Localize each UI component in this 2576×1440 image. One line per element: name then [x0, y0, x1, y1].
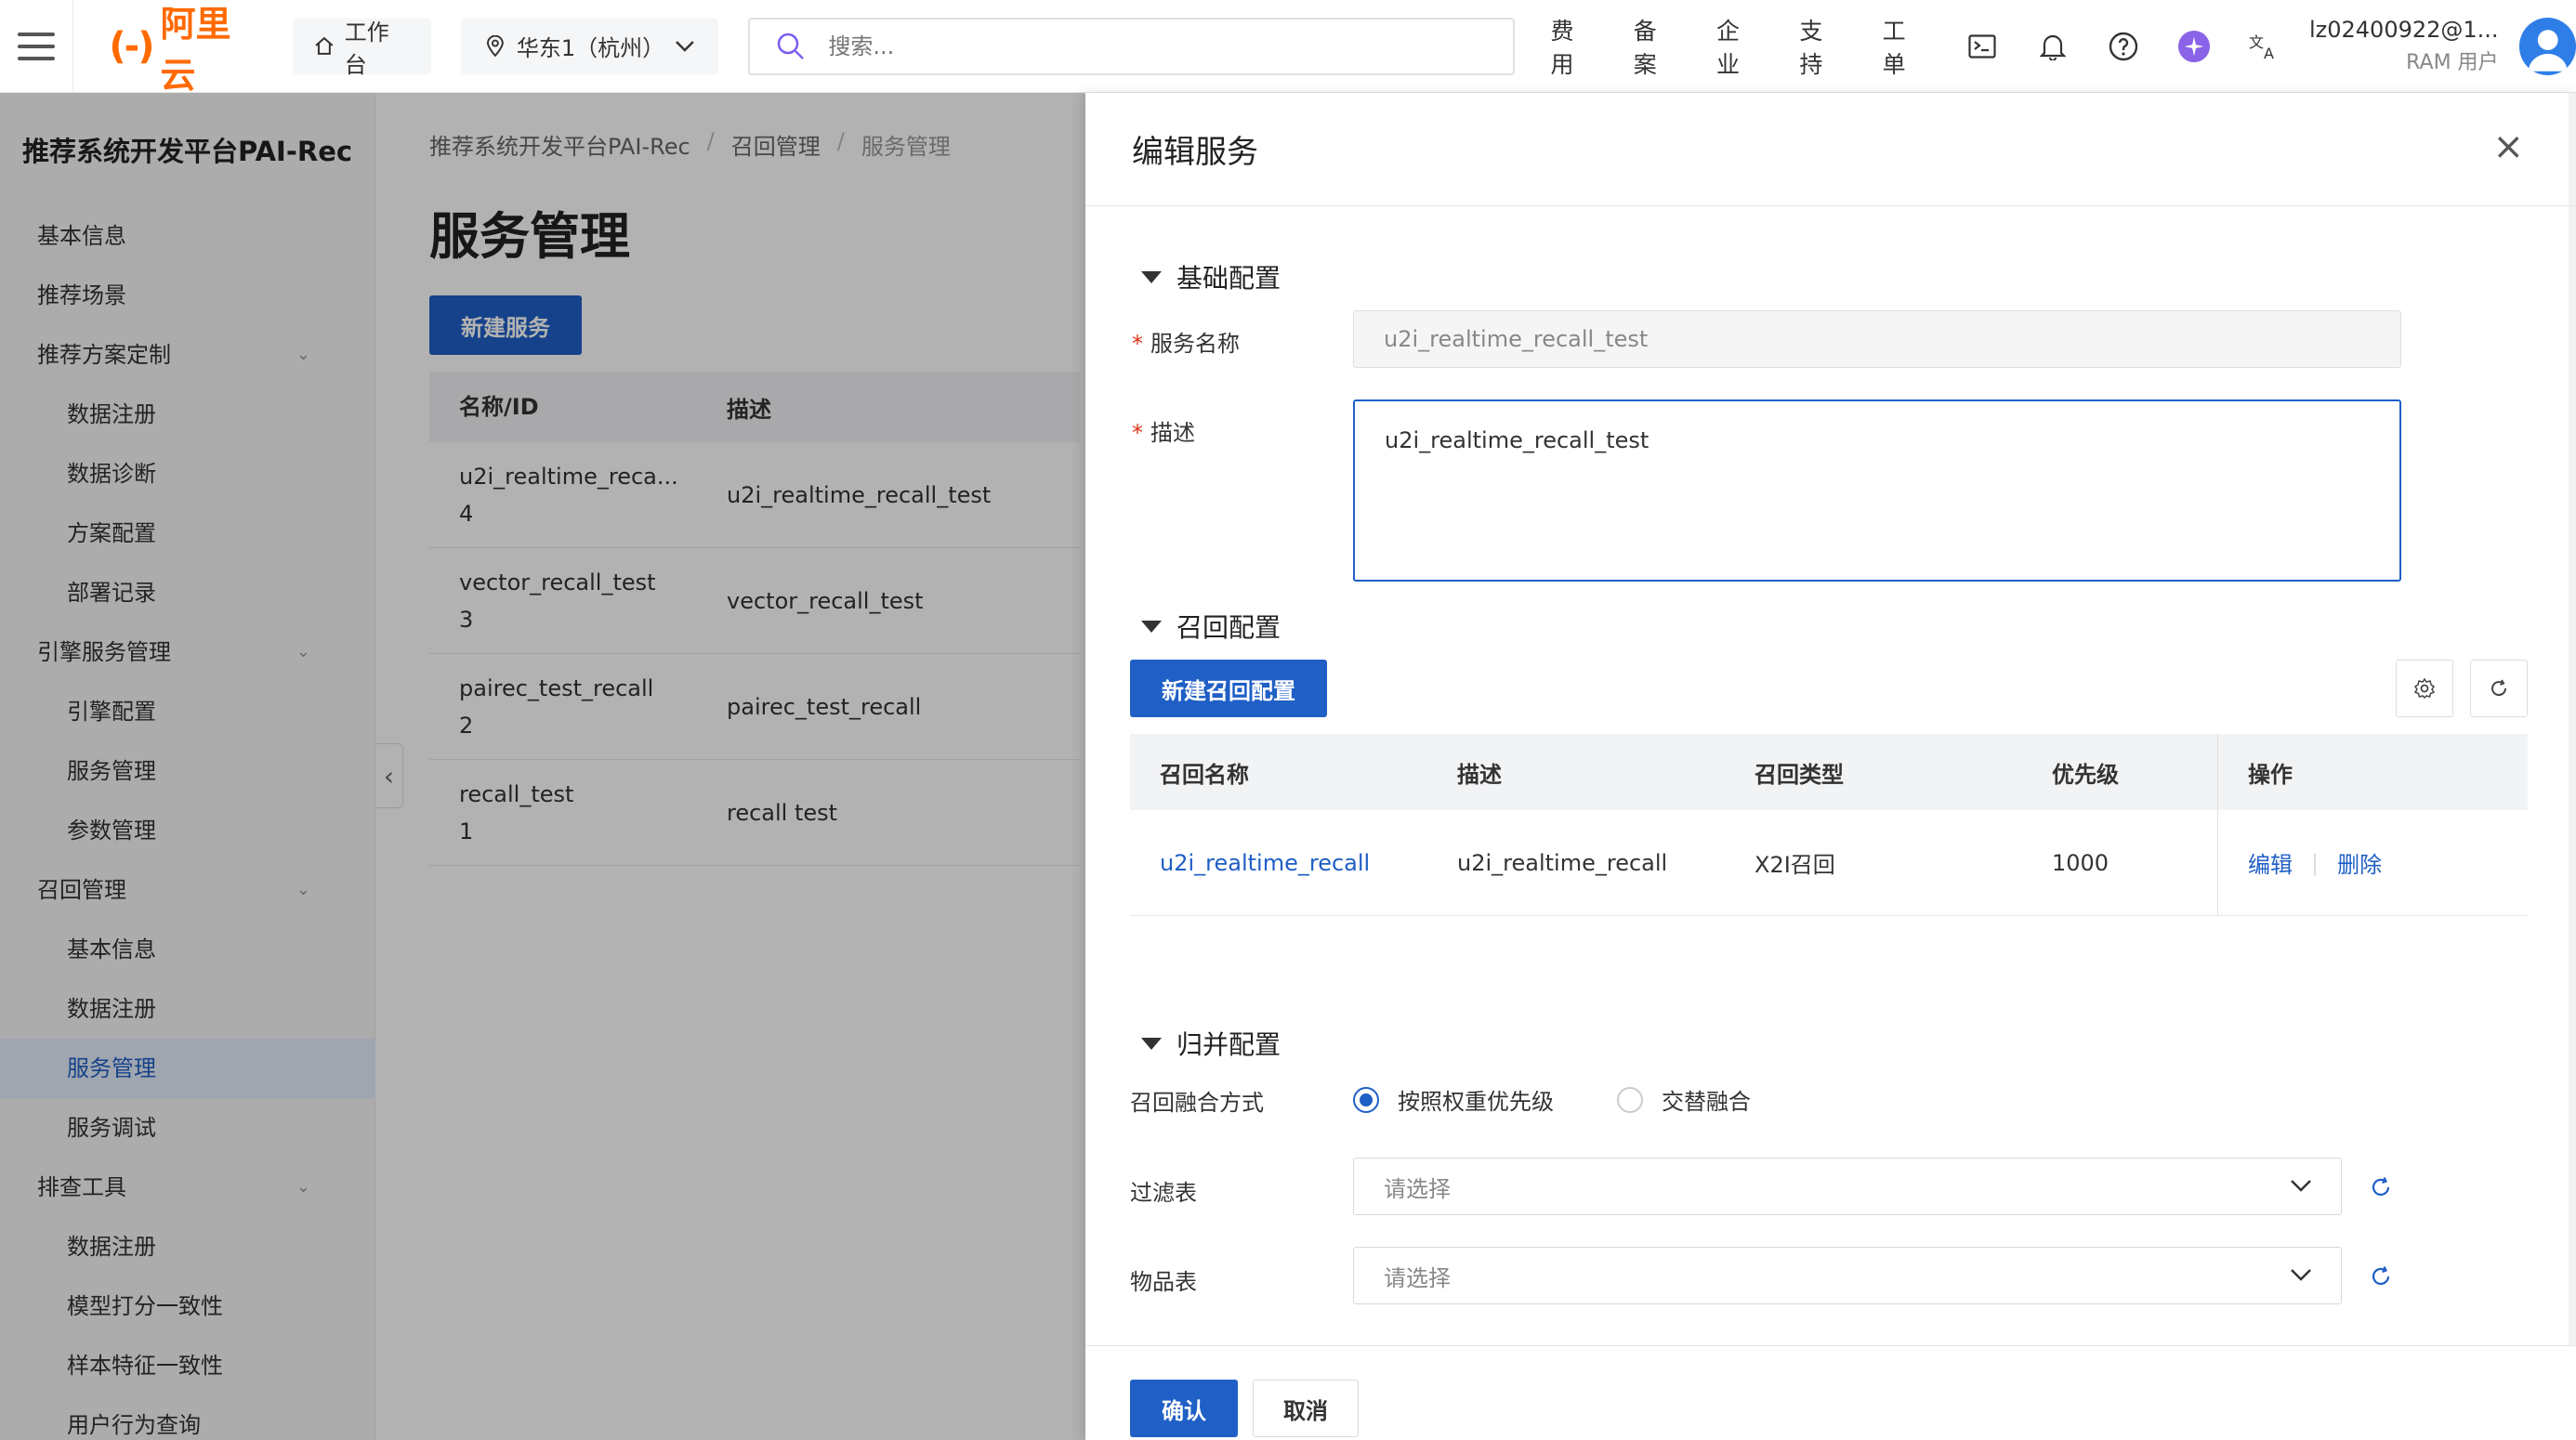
location-icon — [487, 34, 504, 57]
aliyun-logo[interactable]: (-) 阿里云 — [109, 0, 265, 98]
ai-assistant-icon[interactable] — [2177, 30, 2211, 63]
cell-desc: u2i_realtime_recall — [1457, 849, 1668, 876]
top-icons: 文A — [1965, 30, 2281, 63]
filter-refresh-icon[interactable] — [2364, 1171, 2398, 1204]
column-header-recall-name: 召回名称 — [1160, 761, 1249, 788]
cell-recall-type: X2I召回 — [1755, 852, 1835, 878]
radio-label[interactable]: 按照权重优先级 — [1398, 1083, 1554, 1116]
chevron-down-icon — [2291, 1269, 2311, 1281]
section-title: 归并配置 — [1176, 1029, 1281, 1060]
avatar[interactable] — [2518, 17, 2576, 75]
top-bar: (-) 阿里云 工作台 华东1（杭州） 费用 备案 企业 支持 工单 文A lz… — [0, 0, 2576, 96]
radio-weight-priority[interactable] — [1353, 1086, 1379, 1113]
required-mark: * — [1132, 331, 1143, 357]
edit-service-drawer: 编辑服务 × 基础配置 * 服务名称 u2i_realtime_recall_te… — [1085, 93, 2576, 1440]
drawer-footer: 确认 取消 — [1085, 1345, 2576, 1440]
close-icon[interactable]: × — [2492, 128, 2524, 165]
filter-table-label: 过滤表 — [1130, 1180, 1197, 1206]
caret-down-icon — [1141, 620, 1162, 633]
item-table-label: 物品表 — [1130, 1269, 1197, 1295]
filter-table-select[interactable]: 请选择 — [1353, 1158, 2342, 1215]
terminal-icon[interactable] — [1965, 30, 1999, 63]
svg-text:文: 文 — [2249, 33, 2264, 51]
search-input[interactable] — [828, 33, 1387, 59]
region-label: 华东1（杭州） — [516, 35, 665, 61]
drawer-header: 编辑服务 × — [1085, 93, 2576, 206]
column-header-priority: 优先级 — [2052, 761, 2119, 788]
required-mark: * — [1132, 420, 1143, 446]
radio-label[interactable]: 交替融合 — [1662, 1083, 1751, 1116]
gear-icon — [2413, 677, 2436, 700]
search-icon — [778, 33, 805, 59]
service-name-input: u2i_realtime_recall_test — [1353, 310, 2401, 368]
select-placeholder: 请选择 — [1384, 1175, 1451, 1202]
user-avatar-icon — [2528, 29, 2568, 72]
logo-mark: (-) — [109, 24, 154, 68]
select-placeholder: 请选择 — [1384, 1264, 1451, 1291]
svg-text:A: A — [2264, 45, 2274, 60]
new-recall-config-button[interactable]: 新建召回配置 — [1130, 660, 1327, 717]
user-role: RAM 用户 — [2406, 50, 2499, 74]
workbench-label: 工作台 — [344, 19, 389, 78]
bell-icon[interactable] — [2036, 30, 2070, 63]
refresh-button[interactable] — [2470, 660, 2528, 717]
merge-method-label: 召回融合方式 — [1130, 1090, 1264, 1116]
description-label: * 描述 — [1132, 414, 1195, 447]
merge-method-radio-group: 按照权重优先级 交替融合 — [1353, 1083, 1751, 1116]
nav-enterprise[interactable]: 企业 — [1716, 13, 1762, 80]
logo-text: 阿里云 — [160, 3, 231, 96]
home-icon — [315, 36, 334, 55]
cancel-button[interactable]: 取消 — [1253, 1380, 1359, 1437]
recall-name-link[interactable]: u2i_realtime_recall — [1160, 850, 1370, 876]
item-refresh-icon[interactable] — [2364, 1260, 2398, 1293]
workbench-button[interactable]: 工作台 — [293, 18, 432, 78]
section-basic-config[interactable]: 基础配置 — [1141, 258, 1281, 295]
drawer-scrollbar[interactable] — [2569, 93, 2576, 1345]
action-separator: | — [2311, 849, 2320, 876]
section-recall-config[interactable]: 召回配置 — [1141, 608, 1281, 645]
nav-support[interactable]: 支持 — [1799, 13, 1845, 80]
language-icon[interactable]: 文A — [2248, 30, 2281, 63]
search-box[interactable] — [748, 17, 1516, 75]
nav-ticket[interactable]: 工单 — [1883, 13, 1928, 80]
user-info[interactable]: lz02400922@1... RAM 用户 — [2309, 13, 2499, 80]
edit-link[interactable]: 编辑 — [2248, 846, 2293, 879]
top-nav: 费用 备案 企业 支持 工单 — [1550, 13, 1928, 80]
cell-priority: 1000 — [2052, 849, 2109, 876]
delete-link[interactable]: 删除 — [2337, 846, 2382, 879]
help-icon[interactable] — [2107, 30, 2140, 63]
section-title: 基础配置 — [1176, 263, 1281, 294]
cell-actions: 编辑 | 删除 — [2217, 810, 2528, 915]
section-title: 召回配置 — [1176, 612, 1281, 643]
menu-icon[interactable] — [0, 0, 74, 93]
nav-fees[interactable]: 费用 — [1550, 13, 1596, 80]
caret-down-icon — [1141, 270, 1162, 283]
column-header-actions: 操作 — [2217, 734, 2528, 810]
description-textarea[interactable]: u2i_realtime_recall_test — [1353, 399, 2401, 582]
user-name: lz02400922@1... — [2308, 16, 2499, 43]
table-header: 召回名称 描述 召回类型 优先级 操作 — [1130, 734, 2528, 810]
drawer-title: 编辑服务 — [1132, 134, 1258, 171]
field-label: 描述 — [1150, 420, 1195, 446]
service-name-label: * 服务名称 — [1132, 325, 1240, 358]
recall-config-table: 召回名称 描述 召回类型 优先级 操作 u2i_realtime_recall … — [1130, 734, 2528, 916]
caret-down-icon — [1141, 1037, 1162, 1050]
field-label: 服务名称 — [1150, 331, 1240, 357]
refresh-icon — [2491, 679, 2507, 697]
chevron-down-icon — [2291, 1180, 2311, 1192]
chevron-down-icon — [675, 40, 694, 52]
item-table-select[interactable]: 请选择 — [1353, 1247, 2342, 1304]
region-selector[interactable]: 华东1（杭州） — [461, 18, 719, 74]
table-row: u2i_realtime_recall u2i_realtime_recall … — [1130, 810, 2528, 916]
section-merge-config[interactable]: 归并配置 — [1141, 1025, 1281, 1062]
confirm-button[interactable]: 确认 — [1130, 1380, 1238, 1437]
nav-icp[interactable]: 备案 — [1634, 13, 1679, 80]
column-header-desc: 描述 — [1457, 761, 1502, 788]
modal-backdrop[interactable] — [0, 93, 1085, 1440]
settings-button[interactable] — [2396, 660, 2453, 717]
column-header-recall-type: 召回类型 — [1755, 761, 1844, 788]
radio-alternate-merge[interactable] — [1617, 1086, 1643, 1113]
